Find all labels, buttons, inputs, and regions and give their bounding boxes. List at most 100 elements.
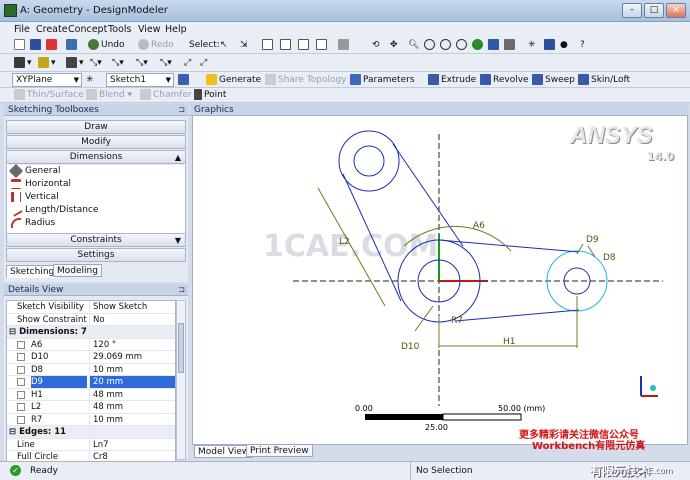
detail-row-show-constraints[interactable]: Show Constraints?No — [7, 313, 175, 326]
parameter-checkbox[interactable] — [17, 365, 25, 374]
dim-label-r7[interactable]: R7 — [451, 316, 463, 326]
dim-value[interactable]: 10 mm — [89, 413, 175, 426]
screenshot-icon[interactable] — [66, 38, 79, 52]
toolbox-settings[interactable]: Settings — [6, 248, 186, 262]
zoom-out-icon[interactable] — [440, 38, 453, 52]
graphic-tool-icon[interactable]: ⤢ — [184, 56, 191, 70]
tab-modeling[interactable]: Modeling — [53, 264, 102, 277]
zoom-icon[interactable]: 🔍︎ — [408, 38, 419, 52]
layer-icon[interactable]: ▾ — [14, 56, 32, 70]
parameter-checkbox[interactable] — [17, 415, 25, 424]
dim-tool-length-distance[interactable]: Length/Distance — [7, 203, 185, 217]
axis-icon[interactable]: ✳ — [528, 38, 536, 52]
extend-selection-icon[interactable] — [338, 38, 351, 52]
dim-tool-vertical[interactable]: Vertical — [7, 191, 185, 204]
new-plane-icon[interactable]: ✳ — [86, 73, 94, 87]
select-filter-icon[interactable]: ⇲ — [240, 38, 248, 52]
dim-value[interactable]: 48 mm — [89, 388, 175, 401]
generate-button[interactable]: Generate — [206, 73, 261, 87]
dim-label-d8[interactable]: D8 — [603, 253, 616, 263]
zoom-fit-icon[interactable] — [472, 38, 485, 52]
menu-tools[interactable]: Tools — [108, 24, 131, 35]
menu-concept[interactable]: Concept — [68, 24, 107, 35]
sketch-combo[interactable]: Sketch1 ▼ — [106, 73, 174, 87]
save-icon[interactable] — [30, 38, 43, 52]
dim-label-l2[interactable]: L2 — [339, 237, 350, 247]
rotate-icon[interactable]: ⟲ — [372, 38, 380, 52]
details-scrollbar[interactable] — [176, 300, 186, 460]
menu-help[interactable]: Help — [165, 24, 187, 35]
look-at-icon[interactable]: ⤡▾ — [112, 56, 124, 70]
maximize-button[interactable]: □ — [644, 3, 664, 18]
parameter-checkbox[interactable] — [17, 378, 25, 386]
parameter-checkbox[interactable] — [17, 353, 25, 361]
dimensions-group-row[interactable]: ⊟ Dimensions: 7 — [7, 326, 175, 339]
dim-tool-radius[interactable]: Radius — [7, 217, 185, 230]
chamfer-button[interactable]: Chamfer — [140, 88, 192, 102]
point-display-icon[interactable]: ● — [560, 38, 568, 52]
slice-icon[interactable]: ⤡▾ — [136, 56, 148, 70]
tab-print-preview[interactable]: Print Preview — [246, 444, 313, 457]
minimize-button[interactable]: – — [622, 3, 642, 18]
scrollbar-thumb[interactable] — [178, 323, 184, 373]
normal-icon[interactable]: ⤡▾ — [90, 56, 102, 70]
link-outer-circle[interactable] — [338, 130, 400, 192]
dim-value[interactable]: 20 mm — [89, 376, 175, 388]
pan-icon[interactable]: ✥ — [390, 38, 398, 52]
ruler-icon[interactable]: ⤡▾ — [160, 56, 172, 70]
parameter-checkbox[interactable] — [17, 390, 25, 399]
dim-row-h1[interactable]: H1 48 mm — [7, 388, 175, 401]
previous-view-icon[interactable] — [488, 38, 501, 52]
select-face-icon[interactable] — [298, 38, 311, 52]
select-body-icon[interactable] — [316, 38, 329, 52]
revolve-button[interactable]: Revolve — [480, 73, 529, 87]
sweep-button[interactable]: Sweep — [532, 73, 575, 87]
dim-row-a6[interactable]: A6 120 ° — [7, 338, 175, 351]
thin-surface-button[interactable]: Thin/Surface — [14, 88, 84, 102]
dim-label-h1[interactable]: H1 — [503, 337, 516, 347]
dim-label-a6[interactable]: A6 — [473, 221, 485, 231]
redo-button[interactable]: Redo — [138, 38, 174, 52]
extrude-button[interactable]: Extrude — [428, 73, 476, 87]
menu-file[interactable]: File — [14, 24, 30, 35]
dim-label-d10[interactable]: D10 — [401, 342, 420, 352]
tab-sketching[interactable]: Sketching — [6, 265, 59, 278]
sketch-canvas[interactable]: 1CAE.COM A6 L2 D9 D8 R7 — [193, 116, 689, 446]
link-inner-circle[interactable] — [353, 145, 385, 177]
new-sketch-icon[interactable] — [178, 73, 191, 87]
share-topology-button[interactable]: Share Topology — [265, 73, 347, 87]
toolbox-draw[interactable]: Draw — [6, 120, 186, 134]
point-tool-icon[interactable]: ⤢ — [200, 56, 207, 70]
undo-button[interactable]: Undo — [88, 38, 125, 52]
toolbox-modify[interactable]: Modify — [6, 135, 186, 149]
pin-icon[interactable]: ⊐ — [178, 104, 185, 116]
dim-row-d9[interactable]: D9 20 mm — [7, 376, 175, 389]
select-point-icon[interactable] — [262, 38, 275, 52]
dim-value[interactable]: 120 ° — [89, 338, 175, 351]
blend-button[interactable]: Blend ▾ — [86, 88, 132, 102]
tab-model-view[interactable]: Model View — [194, 445, 254, 458]
edges-group-row[interactable]: ⊟ Edges: 11 — [7, 426, 175, 439]
export-icon[interactable] — [46, 38, 59, 52]
point-button[interactable]: Point — [194, 88, 226, 102]
detail-row-sketch-visibility[interactable]: Sketch Visibility Show Sketch — [7, 301, 175, 314]
iso-view-icon[interactable] — [504, 38, 517, 52]
dim-tool-horizontal[interactable]: Horizontal — [7, 178, 185, 191]
display-icon[interactable]: ▾ — [66, 56, 84, 70]
parameter-checkbox[interactable] — [17, 340, 25, 349]
menu-create[interactable]: Create — [36, 24, 68, 35]
skin-loft-button[interactable]: Skin/Loft — [578, 73, 630, 87]
parts-icon[interactable]: ▾ — [38, 56, 56, 70]
zoom-box-icon[interactable] — [456, 38, 469, 52]
dim-row-d8[interactable]: D8 10 mm — [7, 363, 175, 376]
dim-value[interactable]: 10 mm — [89, 363, 175, 376]
new-icon[interactable] — [14, 38, 27, 52]
help-pointer-icon[interactable]: ? — [580, 38, 585, 52]
dim-tool-general[interactable]: General — [7, 163, 185, 179]
dim-value[interactable]: 29.069 mm — [89, 351, 175, 363]
toolbox-constraints[interactable]: Constraints ▼ — [6, 233, 186, 247]
select-edge-icon[interactable] — [280, 38, 293, 52]
connector-bottom-line[interactable] — [454, 309, 580, 322]
pin-icon[interactable]: ⊐ — [178, 284, 185, 296]
graphics-viewport[interactable]: 1CAE.COM A6 L2 D9 D8 R7 — [192, 115, 688, 445]
